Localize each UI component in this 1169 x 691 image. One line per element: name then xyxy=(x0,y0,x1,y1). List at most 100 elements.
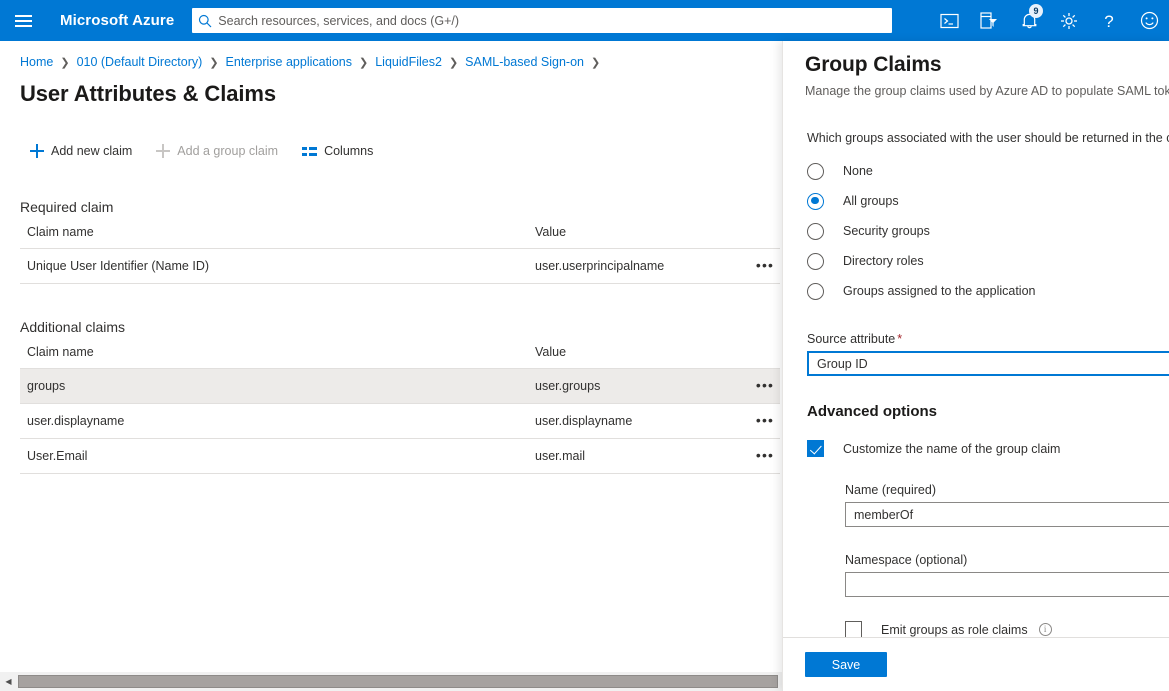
table-row[interactable]: Unique User Identifier (Name ID) user.us… xyxy=(20,248,780,284)
name-input-value: memberOf xyxy=(854,507,914,522)
plus-icon xyxy=(156,144,171,158)
checkbox-icon-checked xyxy=(807,440,824,457)
notifications-icon[interactable]: 9 xyxy=(1009,0,1049,41)
scrollbar-thumb[interactable] xyxy=(18,675,778,688)
row-menu-icon[interactable]: ••• xyxy=(756,448,774,462)
customize-group-claim-name-label: Customize the name of the group claim xyxy=(843,441,1061,456)
breadcrumb-item-home[interactable]: Home xyxy=(20,55,53,69)
cloud-shell-icon[interactable] xyxy=(929,0,969,41)
radio-option-groups-assigned-to-application[interactable]: Groups assigned to the application xyxy=(807,276,1169,306)
horizontal-scrollbar[interactable]: ◀ xyxy=(0,672,782,691)
hamburger-icon[interactable] xyxy=(0,0,46,41)
scroll-left-arrow-icon[interactable]: ◀ xyxy=(0,672,17,691)
column-header-actions xyxy=(743,345,780,369)
radio-option-directory-roles[interactable]: Directory roles xyxy=(807,246,1169,276)
radio-option-security-groups[interactable]: Security groups xyxy=(807,216,1169,246)
additional-claims-section-title: Additional claims xyxy=(20,319,126,335)
group-selection-radio-group: None All groups Security groups Director… xyxy=(805,156,1169,306)
row-menu-icon[interactable]: ••• xyxy=(756,413,774,427)
namespace-input[interactable] xyxy=(845,572,1169,597)
main-content: Home ❯ 010 (Default Directory) ❯ Enterpr… xyxy=(0,41,790,691)
row-actions-cell: ••• xyxy=(743,438,780,474)
directory-filter-icon[interactable] xyxy=(969,0,1009,41)
radio-label: None xyxy=(843,164,873,178)
breadcrumb-separator-icon: ❯ xyxy=(60,56,70,69)
emit-groups-as-role-claims-checkbox-row[interactable]: Emit groups as role claims i xyxy=(845,621,1169,637)
breadcrumb-item-liquidfiles2[interactable]: LiquidFiles2 xyxy=(375,55,442,69)
column-header-claim-name: Claim name xyxy=(20,345,528,369)
add-new-claim-button[interactable]: Add new claim xyxy=(20,141,146,161)
radio-option-all-groups[interactable]: All groups xyxy=(807,186,1169,216)
columns-label: Columns xyxy=(324,144,374,158)
feedback-icon[interactable] xyxy=(1129,0,1169,41)
breadcrumb-item-saml-sign-on[interactable]: SAML-based Sign-on xyxy=(465,55,584,69)
source-attribute-label-text: Source attribute xyxy=(807,332,896,346)
columns-icon xyxy=(302,145,318,157)
settings-icon[interactable] xyxy=(1049,0,1089,41)
notification-count-badge: 9 xyxy=(1029,4,1043,18)
column-header-value: Value xyxy=(528,345,743,369)
breadcrumb-item-enterprise-applications[interactable]: Enterprise applications xyxy=(226,55,352,69)
radio-label: All groups xyxy=(843,194,899,208)
radio-icon-selected xyxy=(807,192,824,210)
name-field-label: Name (required) xyxy=(845,483,937,497)
add-group-claim-button[interactable]: Add a group claim xyxy=(146,141,292,161)
cell-claim-name: user.displayname xyxy=(20,403,528,439)
add-new-claim-label: Add new claim xyxy=(51,144,133,158)
cell-claim-name: Unique User Identifier (Name ID) xyxy=(20,248,528,284)
required-asterisk: * xyxy=(897,332,903,346)
svg-text:?: ? xyxy=(1104,12,1113,30)
cell-claim-name: groups xyxy=(20,368,528,404)
group-claims-panel-body: Group Claims Manage the group claims use… xyxy=(783,41,1169,637)
checkbox-icon xyxy=(845,621,862,637)
customize-group-claim-name-checkbox-row[interactable]: Customize the name of the group claim xyxy=(805,440,1169,457)
brand-title[interactable]: Microsoft Azure xyxy=(60,12,174,29)
row-menu-icon[interactable]: ••• xyxy=(756,258,774,272)
add-group-claim-label: Add a group claim xyxy=(177,144,279,158)
command-toolbar: Add new claim Add a group claim Columns xyxy=(20,138,790,164)
additional-claims-table: Claim name Value groups user.groups ••• … xyxy=(20,345,780,474)
cell-claim-value: user.mail xyxy=(528,438,743,474)
column-header-claim-name: Claim name xyxy=(20,225,528,249)
breadcrumb: Home ❯ 010 (Default Directory) ❯ Enterpr… xyxy=(20,41,790,75)
radio-icon xyxy=(807,282,824,300)
breadcrumb-item-directory[interactable]: 010 (Default Directory) xyxy=(77,55,203,69)
table-row[interactable]: User.Email user.mail ••• xyxy=(20,438,780,474)
required-claim-section-title: Required claim xyxy=(20,199,114,215)
emit-groups-as-role-claims-label: Emit groups as role claims xyxy=(881,622,1028,637)
top-navigation-bar: Microsoft Azure Search resources, servic… xyxy=(0,0,1169,41)
cell-claim-name: User.Email xyxy=(20,438,528,474)
table-header-row: Claim name Value xyxy=(20,225,780,249)
radio-label: Security groups xyxy=(843,224,930,238)
namespace-field-label: Namespace (optional) xyxy=(845,553,968,567)
breadcrumb-separator-icon: ❯ xyxy=(209,56,219,69)
breadcrumb-separator-icon: ❯ xyxy=(359,56,369,69)
table-row[interactable]: user.displayname user.displayname ••• xyxy=(20,403,780,439)
cell-claim-value: user.displayname xyxy=(528,403,743,439)
columns-button[interactable]: Columns xyxy=(292,141,387,161)
panel-subtitle: Manage the group claims used by Azure AD… xyxy=(805,84,1169,98)
source-attribute-select[interactable]: Group ID xyxy=(807,351,1169,376)
cell-claim-value: user.userprincipalname xyxy=(528,248,743,284)
panel-footer: Save xyxy=(783,637,1169,691)
source-attribute-label: Source attribute * xyxy=(805,332,1169,346)
radio-label: Directory roles xyxy=(843,254,924,268)
search-icon xyxy=(192,14,218,28)
global-search[interactable] xyxy=(192,8,893,33)
save-button[interactable]: Save xyxy=(805,652,887,677)
radio-option-none[interactable]: None xyxy=(807,156,1169,186)
column-header-actions xyxy=(743,225,780,249)
help-icon[interactable]: ? xyxy=(1089,0,1129,41)
row-actions-cell: ••• xyxy=(743,368,780,404)
name-input[interactable]: memberOf xyxy=(845,502,1169,527)
row-menu-icon[interactable]: ••• xyxy=(756,378,774,392)
radio-icon xyxy=(807,252,824,270)
cell-claim-value: user.groups xyxy=(528,368,743,404)
panel-title: Group Claims xyxy=(805,53,942,76)
table-row[interactable]: groups user.groups ••• xyxy=(20,368,780,404)
search-input[interactable] xyxy=(218,9,893,32)
table-header-row: Claim name Value xyxy=(20,345,780,369)
info-icon[interactable]: i xyxy=(1038,623,1052,636)
group-claims-panel: Group Claims Manage the group claims use… xyxy=(782,41,1169,691)
advanced-options-title: Advanced options xyxy=(807,403,938,420)
